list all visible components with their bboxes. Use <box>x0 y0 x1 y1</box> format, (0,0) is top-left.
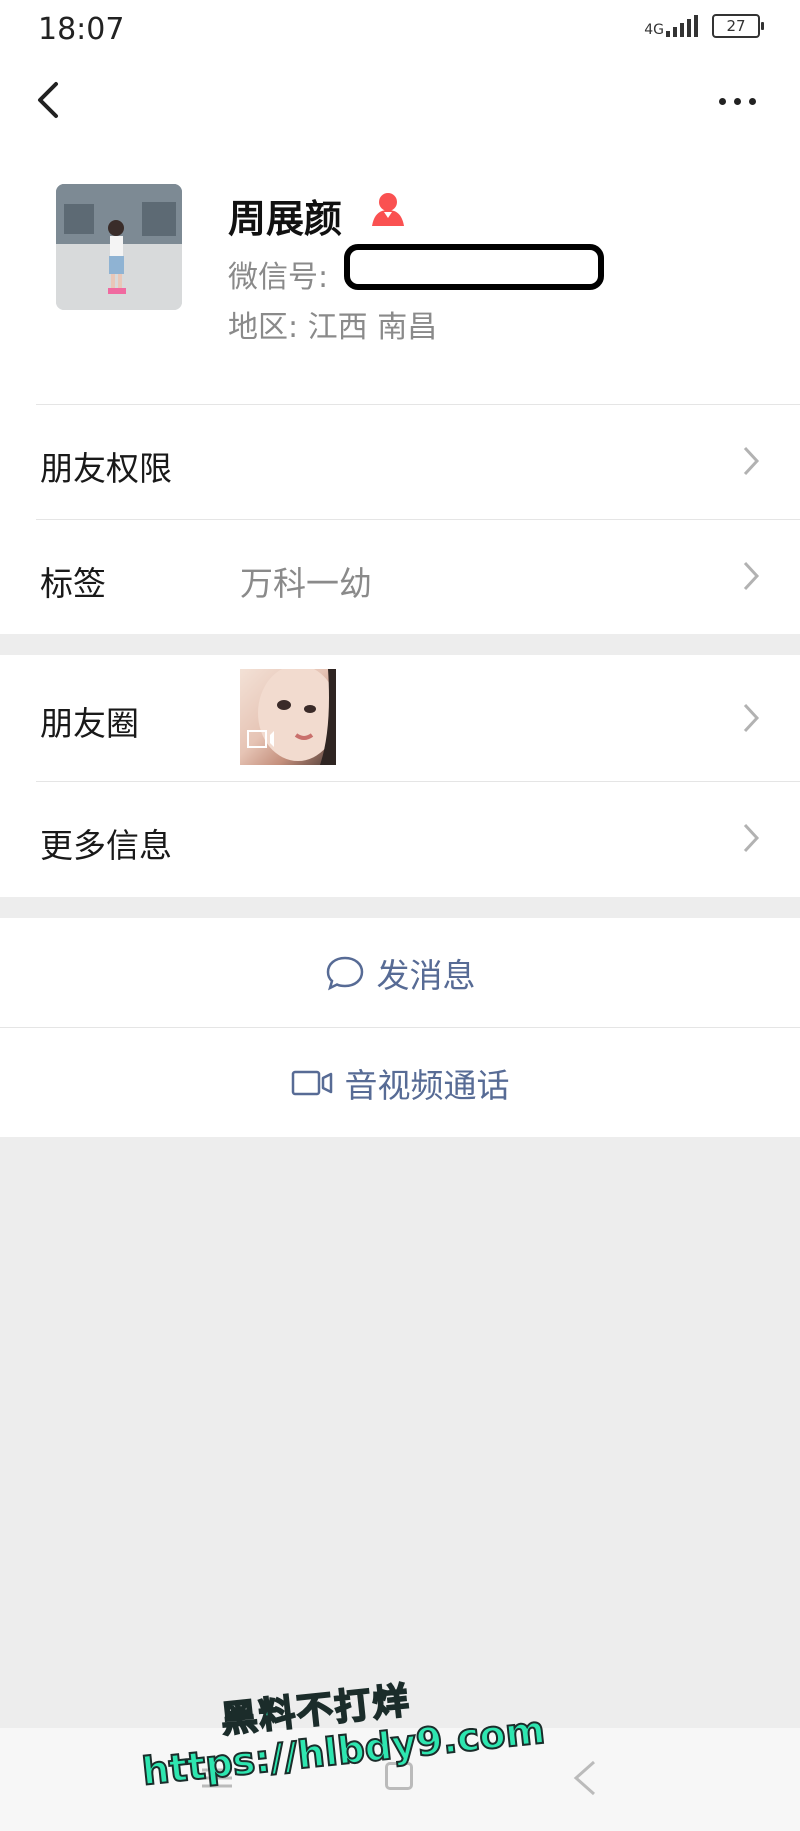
female-icon <box>370 190 406 228</box>
contact-name: 周展颜 <box>228 197 343 241</box>
back-button[interactable] <box>28 78 72 122</box>
video-call-icon <box>291 1070 332 1095</box>
more-options-button[interactable] <box>712 86 762 116</box>
permissions-label: 朋友权限 <box>40 449 172 488</box>
permissions-row[interactable]: 朋友权限 <box>0 404 800 519</box>
back-triangle-icon[interactable] <box>568 1758 602 1798</box>
wechat-id-label: 微信号: <box>228 260 329 295</box>
av-call-button[interactable]: 音视频通话 <box>0 1028 800 1137</box>
signal-icon: 4G <box>644 15 698 37</box>
status-bar: 18:07 4G 27 <box>0 0 800 60</box>
chevron-right-icon <box>743 823 760 853</box>
chat-bubble-icon <box>326 956 363 990</box>
more-dots-icon <box>718 97 726 105</box>
battery-icon: 27 <box>712 14 764 38</box>
avatar[interactable] <box>56 184 182 310</box>
redacted-wechat-id <box>344 244 604 290</box>
info-group: 朋友圈 更多信息 <box>0 655 800 897</box>
status-indicators: 4G 27 <box>644 14 764 38</box>
chevron-right-icon <box>743 446 760 476</box>
chevron-left-icon <box>38 82 58 118</box>
av-call-label: 音视频通话 <box>344 1065 510 1105</box>
moments-row[interactable]: 朋友圈 <box>0 655 800 781</box>
send-message-button[interactable]: 发消息 <box>0 918 800 1027</box>
settings-group: 朋友权限 标签 万科一幼 <box>0 404 800 634</box>
moments-label: 朋友圈 <box>40 704 139 743</box>
network-type: 4G <box>644 22 664 38</box>
send-message-label: 发消息 <box>376 955 476 995</box>
tags-label: 标签 <box>40 564 106 603</box>
tags-row[interactable]: 标签 万科一幼 <box>0 519 800 634</box>
profile-header: 周展颜 微信号: 地区: 江西 南昌 <box>0 146 800 404</box>
region-label: 地区: <box>228 310 299 345</box>
more-info-label: 更多信息 <box>40 826 172 865</box>
chevron-right-icon <box>743 703 760 733</box>
navigation-bar <box>0 60 800 146</box>
status-time: 18:07 <box>38 12 125 47</box>
chevron-right-icon <box>743 561 760 591</box>
more-info-row[interactable]: 更多信息 <box>0 781 800 897</box>
tags-value: 万科一幼 <box>240 564 372 603</box>
region-value: 江西 南昌 <box>307 310 438 345</box>
region: 地区: 江西 南昌 <box>228 302 437 346</box>
moments-thumbnail <box>240 669 336 765</box>
